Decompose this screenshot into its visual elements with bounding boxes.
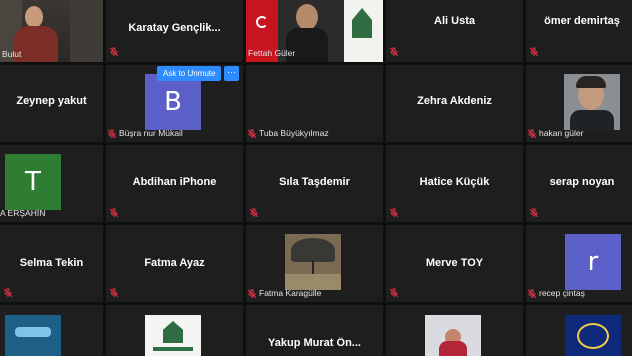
participant-tile-abdihan[interactable]: Abdihan iPhone	[106, 145, 243, 222]
participant-tile-sila[interactable]: Sıla Taşdemir	[246, 145, 383, 222]
muted-mic-icon	[248, 289, 256, 298]
muted-mic-icon	[530, 208, 538, 217]
participant-name: Fatma Ayaz	[144, 257, 205, 269]
avatar: T	[5, 154, 61, 210]
participant-name-tag: Tuba Büyükyılmaz	[248, 128, 329, 138]
participant-tile-zehra[interactable]: Zehra Akdeniz	[386, 65, 523, 142]
participant-tile-tuba[interactable]: Tuba Büyükyılmaz	[246, 65, 383, 142]
more-options-button[interactable]: ···	[224, 66, 239, 81]
participant-tile-merve[interactable]: Merve TOY	[386, 225, 523, 302]
participant-name: Zeynep yakut	[16, 95, 87, 107]
ask-to-unmute-button[interactable]: Ask to Unmute	[157, 66, 222, 81]
muted-mic-icon	[248, 129, 256, 138]
participant-name: ömer demirtaş	[544, 15, 620, 27]
participant-tile-hatice[interactable]: Hatice Küçük	[386, 145, 523, 222]
muted-mic-icon	[390, 288, 398, 297]
avatar: r	[565, 234, 621, 290]
participant-tile-zeynep[interactable]: Zeynep yakut	[0, 65, 103, 142]
muted-mic-icon	[108, 129, 116, 138]
participant-tile-ersahin[interactable]: T A ERŞAHİN	[0, 145, 103, 222]
muted-mic-icon	[110, 288, 118, 297]
participant-tile-row5-5[interactable]	[526, 305, 632, 356]
gallery-view: Bulut Karatay Gençlik... Fettah Güler Al…	[0, 0, 632, 356]
participant-name: Yakup Murat Ön...	[268, 337, 361, 349]
participant-tile-ali[interactable]: Ali Usta	[386, 0, 523, 62]
participant-name-tag: A ERŞAHİN	[0, 208, 46, 218]
muted-mic-icon	[530, 47, 538, 56]
participant-tile-hakan[interactable]: hakan güler	[526, 65, 632, 142]
participant-tile-yakup[interactable]: Yakup Murat Ön...	[246, 305, 383, 356]
participant-tile-fatma-ayaz[interactable]: Fatma Ayaz	[106, 225, 243, 302]
participant-tile-recep[interactable]: r recep çintaş	[526, 225, 632, 302]
participant-name-tag: Büşra nur Mükail	[108, 128, 183, 138]
avatar	[565, 315, 621, 356]
avatar	[564, 74, 620, 130]
participant-name: Zehra Akdeniz	[417, 95, 492, 107]
avatar: B	[145, 74, 201, 130]
participant-tile-row5-2[interactable]	[106, 305, 243, 356]
muted-mic-icon	[390, 208, 398, 217]
muted-mic-icon	[4, 288, 12, 297]
muted-mic-icon	[528, 129, 536, 138]
muted-mic-icon	[390, 47, 398, 56]
participant-name: Hatice Küçük	[419, 176, 490, 188]
avatar	[145, 315, 201, 356]
avatar	[5, 315, 61, 356]
participant-name: serap noyan	[549, 176, 615, 188]
participant-tile-selma[interactable]: Selma Tekin	[0, 225, 103, 302]
participant-name: Merve TOY	[425, 257, 484, 269]
participant-tile-serap[interactable]: serap noyan	[526, 145, 632, 222]
participant-tile-bulut[interactable]: Bulut	[0, 0, 103, 62]
muted-mic-icon	[528, 289, 536, 298]
participant-name-tag: recep çintaş	[528, 288, 585, 298]
participant-tile-row5-1[interactable]	[0, 305, 103, 356]
participant-name-tag: Bulut	[2, 49, 22, 59]
participant-tile-omer[interactable]: ömer demirtaş	[526, 0, 632, 62]
participant-name: Selma Tekin	[19, 257, 84, 269]
participant-name: Abdihan iPhone	[132, 176, 217, 188]
muted-mic-icon	[110, 208, 118, 217]
participant-name-tag: Fettah Güler	[248, 48, 296, 58]
participant-name-tag: Fatma Karagülle	[248, 288, 321, 298]
participant-tile-fettah[interactable]: Fettah Güler	[246, 0, 383, 62]
avatar	[285, 234, 341, 290]
participant-tile-fatma-karagulle[interactable]: Fatma Karagülle	[246, 225, 383, 302]
participant-name: Karatay Gençlik...	[128, 22, 221, 34]
participant-name: Ali Usta	[434, 15, 475, 27]
participant-name-tag: hakan güler	[528, 128, 583, 138]
participant-tile-row5-4[interactable]	[386, 305, 523, 356]
participant-tile-karatay[interactable]: Karatay Gençlik...	[106, 0, 243, 62]
participant-name: Sıla Taşdemir	[279, 176, 350, 188]
muted-mic-icon	[110, 47, 118, 56]
avatar	[425, 315, 481, 356]
muted-mic-icon	[250, 208, 258, 217]
